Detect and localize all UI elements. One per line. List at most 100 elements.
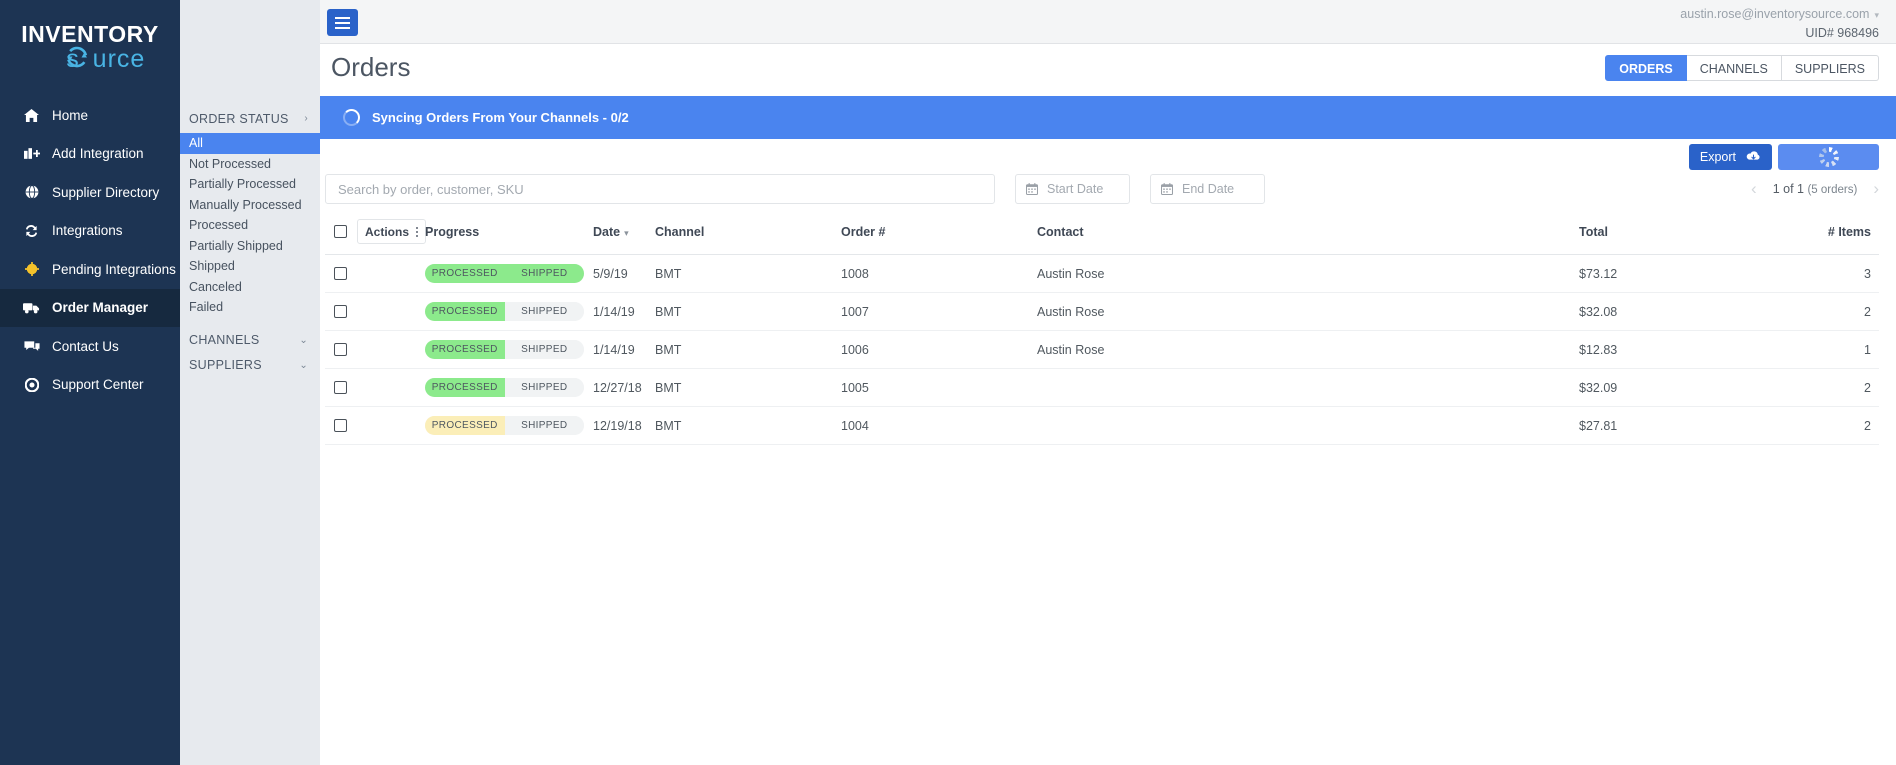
row-checkbox[interactable] — [334, 305, 347, 318]
end-date-picker[interactable]: End Date — [1150, 174, 1265, 204]
row-date: 12/19/18 — [593, 406, 655, 445]
row-select-cell — [325, 330, 357, 369]
orders-table-head: Actions Progress Date ▾ Channel Order # C… — [325, 210, 1879, 255]
page-title-row: Orders ORDERS CHANNELS SUPPLIERS — [180, 44, 1896, 96]
app-root: INVENTORY s urce Home Add Integration Su… — [0, 0, 1896, 765]
user-email-text: austin.rose@inventorysource.com — [1680, 7, 1870, 21]
start-date-picker[interactable]: Start Date — [1015, 174, 1130, 204]
table-row[interactable]: PROCESSED SHIPPED 1/14/19 BMT 1006 Austi… — [325, 330, 1879, 369]
filter-spacer — [180, 318, 320, 329]
hamburger-icon — [335, 21, 350, 24]
row-checkbox[interactable] — [334, 267, 347, 280]
pagination-prev-button[interactable]: ‹ — [1751, 179, 1757, 199]
col-contact[interactable]: Contact — [1037, 210, 1579, 255]
row-actions-cell — [357, 368, 425, 407]
row-checkbox[interactable] — [334, 381, 347, 394]
filter-group-title: CHANNELS — [189, 333, 260, 347]
col-order-number[interactable]: Order # — [841, 210, 1037, 255]
col-total[interactable]: Total — [1579, 210, 1759, 255]
sidebar-item-support-center[interactable]: Support Center — [0, 366, 180, 405]
row-total: $27.81 — [1579, 406, 1759, 445]
chevron-down-icon: ⌄ — [299, 359, 308, 371]
filter-item-manually-processed[interactable]: Manually Processed — [180, 195, 320, 216]
table-toolbar: Export — [1688, 144, 1879, 170]
row-total: $12.83 — [1579, 330, 1759, 369]
tab-channels[interactable]: CHANNELS — [1686, 55, 1782, 81]
row-progress-cell: PROCESSED SHIPPED — [425, 292, 593, 331]
pagination-range-text: 1 of 1 — [1772, 182, 1804, 196]
tab-suppliers[interactable]: SUPPLIERS — [1781, 55, 1879, 81]
table-row[interactable]: PROCESSED SHIPPED 1/14/19 BMT 1007 Austi… — [325, 292, 1879, 331]
col-date[interactable]: Date ▾ — [593, 210, 655, 255]
sidebar-item-label: Home — [52, 107, 89, 123]
filter-item-canceled[interactable]: Canceled — [180, 277, 320, 298]
sidebar-item-add-integration[interactable]: Add Integration — [0, 135, 180, 174]
sidebar-item-order-manager[interactable]: Order Manager — [0, 288, 180, 327]
col-actions: Actions — [357, 210, 427, 255]
filter-group-suppliers[interactable]: SUPPLIERS ⌄ — [180, 354, 320, 377]
filter-item-label: Partially Shipped — [189, 238, 283, 253]
row-checkbox[interactable] — [334, 419, 347, 432]
sidebar-item-home[interactable]: Home — [0, 96, 180, 135]
sidebar-item-contact-us[interactable]: Contact Us — [0, 327, 180, 366]
pagination-next-button[interactable]: › — [1873, 179, 1879, 199]
sidebar-item-label: Contact Us — [52, 338, 119, 354]
tab-orders[interactable]: ORDERS — [1605, 55, 1687, 81]
export-button[interactable]: Export — [1688, 144, 1772, 170]
menu-toggle-button[interactable] — [327, 9, 358, 36]
brand-logo[interactable]: INVENTORY s urce — [0, 0, 180, 96]
select-all-checkbox[interactable] — [334, 225, 347, 238]
filter-item-processed[interactable]: Processed — [180, 215, 320, 236]
filter-item-label: Partially Processed — [189, 177, 296, 191]
row-items: 2 — [1759, 406, 1879, 445]
pagination-count-text: (5 orders) — [1807, 184, 1858, 196]
filter-group-channels[interactable]: CHANNELS ⌄ — [180, 329, 320, 352]
row-contact — [1037, 406, 1579, 445]
col-items[interactable]: # Items — [1759, 210, 1879, 255]
row-channel: BMT — [655, 368, 841, 407]
pagination-range: 1 of 1 (5 orders) — [1773, 182, 1858, 196]
col-channel[interactable]: Channel — [655, 210, 841, 255]
main-content: austin.rose@inventorysource.com ▾ UID# 96… — [180, 0, 1896, 765]
actions-menu-button[interactable]: Actions — [357, 219, 427, 244]
row-order-number[interactable]: 1008 — [841, 254, 1037, 293]
user-uid: UID# 968496 — [1805, 26, 1879, 40]
sidebar-item-supplier-directory[interactable]: Supplier Directory — [0, 173, 180, 212]
filter-item-shipped[interactable]: Shipped — [180, 256, 320, 277]
table-row[interactable]: PROCESSED SHIPPED 12/27/18 BMT 1005 $32.… — [325, 368, 1879, 407]
row-order-number[interactable]: 1004 — [841, 406, 1037, 445]
row-total: $32.09 — [1579, 368, 1759, 407]
filter-group-order-status[interactable]: ORDER STATUS › — [180, 107, 320, 130]
search-input[interactable] — [325, 174, 995, 204]
filter-item-not-processed[interactable]: Not Processed — [180, 154, 320, 175]
row-order-number[interactable]: 1006 — [841, 330, 1037, 369]
filter-item-label: Canceled — [189, 279, 242, 294]
table-row[interactable]: PROCESSED SHIPPED 5/9/19 BMT 1008 Austin… — [325, 254, 1879, 293]
user-email-menu[interactable]: austin.rose@inventorysource.com ▾ — [1680, 7, 1879, 23]
sidebar-item-label: Integrations — [52, 223, 123, 239]
filter-item-partially-processed[interactable]: Partially Processed — [180, 174, 320, 195]
row-checkbox[interactable] — [334, 343, 347, 356]
filter-item-partially-shipped[interactable]: Partially Shipped — [180, 236, 320, 257]
progress-processed-segment: PROCESSED — [425, 378, 505, 397]
filter-item-failed[interactable]: Failed — [180, 297, 320, 318]
sidebar-item-pending-integrations[interactable]: Pending Integrations — [0, 250, 180, 289]
globe-icon — [22, 185, 41, 200]
row-select-cell — [325, 406, 357, 445]
filter-item-label: Processed — [189, 218, 249, 232]
filter-item-label: Shipped — [189, 259, 235, 273]
col-progress: Progress — [425, 210, 593, 255]
row-order-number[interactable]: 1007 — [841, 292, 1037, 331]
table-row[interactable]: PROCESSED SHIPPED 12/19/18 BMT 1004 $27.… — [325, 406, 1879, 445]
filter-group-title: ORDER STATUS — [189, 111, 289, 126]
calendar-icon — [1026, 183, 1039, 195]
sync-banner-text: Syncing Orders From Your Channels - 0/2 — [372, 110, 629, 125]
sidebar-item-integrations[interactable]: Integrations — [0, 212, 180, 251]
row-actions-cell — [357, 292, 425, 331]
svg-text:INVENTORY: INVENTORY — [21, 21, 158, 47]
actions-label: Actions — [365, 224, 410, 239]
svg-text:urce: urce — [93, 45, 146, 73]
filter-item-all[interactable]: All — [180, 133, 320, 154]
sidebar-item-label: Add Integration — [52, 146, 144, 162]
row-order-number[interactable]: 1005 — [841, 368, 1037, 407]
